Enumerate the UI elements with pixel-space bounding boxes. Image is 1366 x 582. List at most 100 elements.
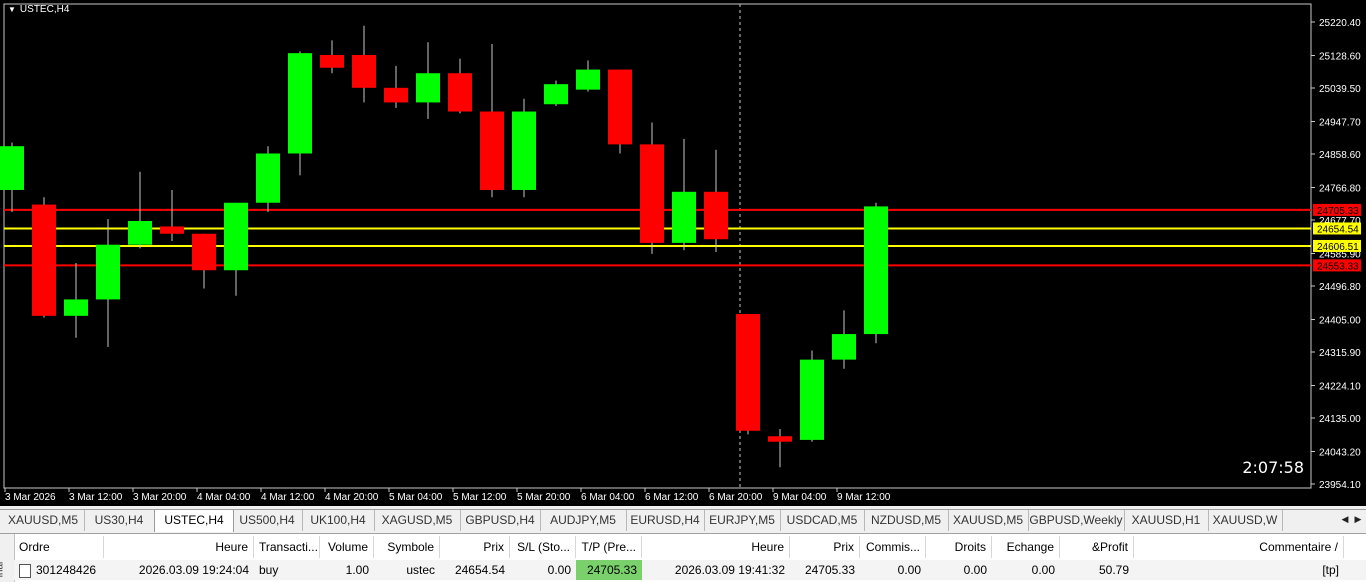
candle-body-up (96, 245, 120, 300)
candle-body-up (128, 221, 152, 245)
table-cell: buy (254, 560, 320, 580)
price-level-tag-text: 24705.33 (1317, 206, 1359, 217)
price-chart[interactable]: 25220.4025128.6025039.5024947.7024858.60… (0, 0, 1366, 506)
tab-usdcad-m5[interactable]: USDCAD,M5 (780, 510, 865, 531)
y-tick-label: 24405.00 (1319, 315, 1361, 326)
x-tick-label: 6 Mar 20:00 (709, 492, 763, 503)
candle-body-down (160, 226, 184, 233)
terminal-panel: × inal OrdreHeureTransacti...VolumeSymbo… (0, 533, 1366, 582)
tab-gbpusd-h4[interactable]: GBPUSD,H4 (460, 510, 541, 531)
tab-xauusd-m5[interactable]: XAUUSD,M5 (2, 510, 85, 531)
table-cell: 50.79 (1060, 560, 1134, 580)
tab-scroll-right-icon[interactable]: ▶ (1352, 514, 1364, 525)
chart-tabs-bar: XAUUSD,M5US30,H4USTEC,H4US500,H4UK100,H4… (0, 509, 1366, 532)
column-header[interactable]: Symbole (374, 536, 440, 558)
candle-body-up (288, 53, 312, 153)
column-header[interactable]: Ordre (14, 536, 104, 558)
tab-scroll-arrows: ◀ ▶ (1336, 510, 1366, 531)
table-cell: ustec (374, 560, 440, 580)
candle-body-down (704, 192, 728, 239)
table-cell: 0.00 (992, 560, 1060, 580)
candle-body-down (608, 70, 632, 145)
candle-body-down (736, 314, 760, 431)
table-cell: 24654.54 (440, 560, 510, 580)
y-tick-label: 25220.40 (1319, 18, 1361, 29)
column-header[interactable]: Echange (992, 536, 1060, 558)
y-tick-label: 23954.10 (1319, 480, 1361, 491)
candle-body-up (800, 360, 824, 440)
column-header[interactable]: T/P (Pre... (576, 536, 642, 558)
candle-body-down (768, 436, 792, 441)
table-cell: 0.00 (510, 560, 576, 580)
chart-menu-triangle-icon[interactable]: ▼ (8, 5, 16, 14)
y-tick-label: 24858.60 (1319, 150, 1361, 161)
tab-xagusd-m5[interactable]: XAGUSD,M5 (374, 510, 461, 531)
candle-body-up (544, 84, 568, 104)
column-header[interactable]: Prix (790, 536, 860, 558)
x-tick-label: 3 Mar 20:00 (133, 492, 187, 503)
column-header[interactable]: &Profit (1060, 536, 1134, 558)
table-cell: 0.00 (860, 560, 926, 580)
candle-body-down (384, 88, 408, 103)
price-level-tag-text: 24553.33 (1317, 261, 1359, 272)
x-tick-label: 3 Mar 12:00 (69, 492, 123, 503)
tab-uk100-h4[interactable]: UK100,H4 (302, 510, 375, 531)
candle-body-up (512, 112, 536, 190)
candle-body-up (256, 153, 280, 202)
table-cell: 24705.33 (576, 560, 642, 580)
tab-xauusd-w[interactable]: XAUUSD,W (1208, 510, 1283, 531)
order-document-icon (19, 564, 31, 578)
x-tick-label: 3 Mar 2026 (5, 492, 56, 503)
x-tick-label: 5 Mar 20:00 (517, 492, 571, 503)
chart-area[interactable]: 25220.4025128.6025039.5024947.7024858.60… (0, 0, 1366, 506)
table-cell: 2026.03.09 19:24:04 (104, 560, 254, 580)
tab-ustec-h4[interactable]: USTEC,H4 (154, 509, 234, 532)
candle-body-down (192, 234, 216, 270)
x-tick-label: 5 Mar 04:00 (389, 492, 443, 503)
order-id-text: 301248426 (36, 563, 96, 577)
x-tick-label: 5 Mar 12:00 (453, 492, 507, 503)
column-header[interactable]: Heure (642, 536, 790, 558)
column-header[interactable]: Transacti... (254, 536, 320, 558)
price-level-tag-text: 24654.54 (1317, 224, 1359, 235)
candle-body-down (480, 112, 504, 190)
tab-us500-h4[interactable]: US500,H4 (232, 510, 303, 531)
x-tick-label: 4 Mar 20:00 (325, 492, 379, 503)
tab-audjpy-m5[interactable]: AUDJPY,M5 (540, 510, 627, 531)
column-header[interactable]: Prix (440, 536, 510, 558)
tab-xauusd-m5[interactable]: XAUUSD,M5 (948, 510, 1029, 531)
candle-body-down (352, 55, 376, 88)
column-header[interactable]: Heure (104, 536, 254, 558)
tab-us30-h4[interactable]: US30,H4 (84, 510, 155, 531)
tab-eurusd-h4[interactable]: EURUSD,H4 (626, 510, 705, 531)
table-cell: 24705.33 (790, 560, 860, 580)
price-level-tag-text: 24606.51 (1317, 242, 1359, 253)
symbol-timeframe-text: USTEC,H4 (20, 4, 69, 15)
tab-nzdusd-m5[interactable]: NZDUSD,M5 (864, 510, 949, 531)
candle-body-up (864, 206, 888, 334)
tab-scroll-left-icon[interactable]: ◀ (1339, 514, 1351, 525)
y-tick-label: 24224.10 (1319, 381, 1361, 392)
table-cell: 2026.03.09 19:41:32 (642, 560, 790, 580)
column-header[interactable]: Volume (320, 536, 374, 558)
y-tick-label: 25128.60 (1319, 51, 1361, 62)
y-tick-label: 24766.80 (1319, 183, 1361, 194)
column-header[interactable]: Droits (926, 536, 992, 558)
candle-body-up (224, 203, 248, 270)
candle-body-down (32, 205, 56, 316)
column-header[interactable]: Commentaire / (1134, 536, 1344, 558)
column-header[interactable]: S/L (Sto... (510, 536, 576, 558)
candle-body-up (64, 299, 88, 315)
tab-eurjpy-m5[interactable]: EURJPY,M5 (704, 510, 781, 531)
y-tick-label: 24135.00 (1319, 414, 1361, 425)
candle-body-down (640, 144, 664, 243)
tab-gbpusd-weekly[interactable]: GBPUSD,Weekly (1028, 510, 1125, 531)
terminal-side-label: inal (0, 562, 5, 578)
candle-body-down (448, 73, 472, 111)
candle-body-up (0, 146, 24, 190)
x-tick-label: 4 Mar 12:00 (261, 492, 315, 503)
candle-body-up (576, 70, 600, 90)
tab-xauusd-h1[interactable]: XAUUSD,H1 (1124, 510, 1209, 531)
candle-body-up (832, 334, 856, 360)
column-header[interactable]: Commis... (860, 536, 926, 558)
